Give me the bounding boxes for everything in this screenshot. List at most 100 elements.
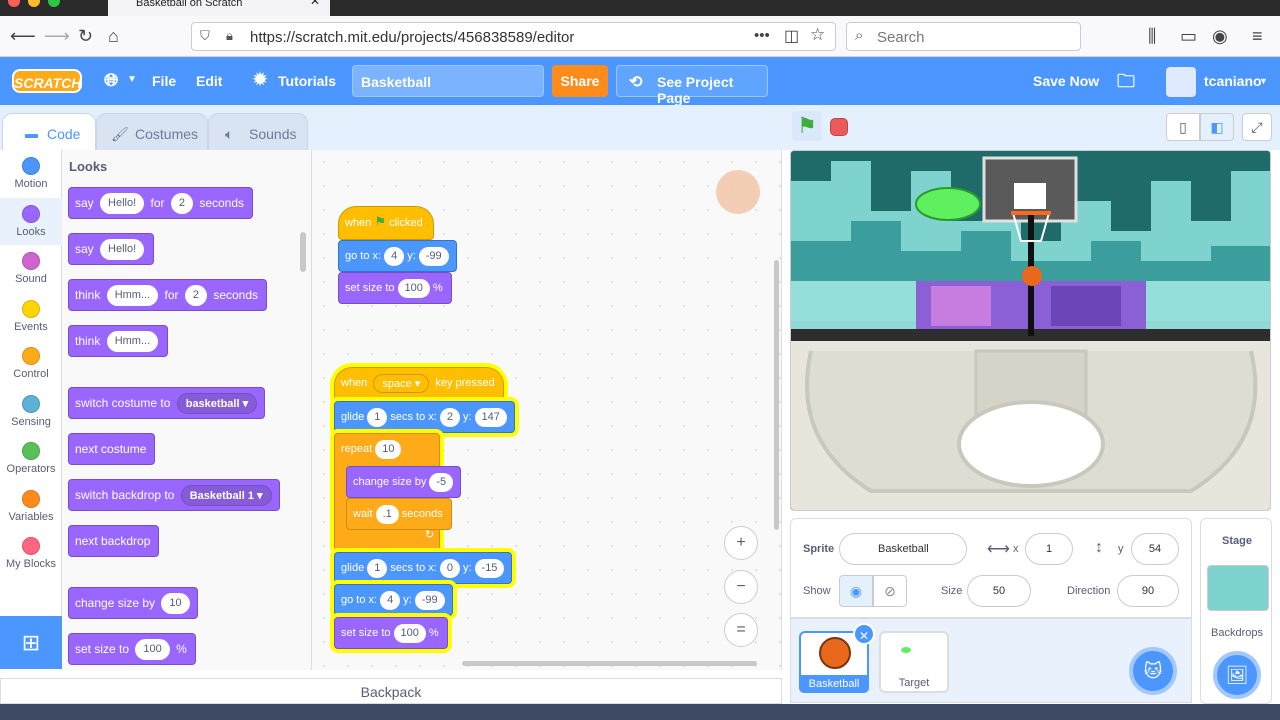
zoom-reset-button[interactable]: = xyxy=(724,613,758,647)
x-input[interactable]: 4 xyxy=(384,246,405,266)
file-menu[interactable]: File xyxy=(152,73,176,89)
say-for-block[interactable]: say Hello! for 2 seconds xyxy=(68,187,254,219)
y-input[interactable]: -15 xyxy=(474,558,505,578)
see-project-page-button[interactable]: ⟲ See Project Page xyxy=(616,65,768,106)
browser-search-field[interactable]: ⌕ Search xyxy=(846,22,1081,51)
username[interactable]: tcaniano xyxy=(1204,73,1262,89)
zoom-in-button[interactable]: + xyxy=(724,526,758,560)
next-backdrop-block[interactable]: next backdrop xyxy=(68,525,160,557)
repeat-count-input[interactable]: 10 xyxy=(375,439,402,459)
block-input[interactable]: Hmm... xyxy=(106,285,159,307)
bookmark-star-icon[interactable]: ☆ xyxy=(810,25,825,45)
category-looks[interactable]: Looks xyxy=(0,197,62,245)
reload-icon[interactable]: ↻ xyxy=(78,26,93,46)
small-stage-icon[interactable]: ▯ xyxy=(1166,113,1200,141)
key-dropdown[interactable]: space ▾ xyxy=(373,373,430,393)
glide-to-xy-block[interactable]: glide 1 secs to x: 0 y: -15 xyxy=(334,552,513,584)
costume-dropdown[interactable]: basketball ▾ xyxy=(176,393,258,415)
home-icon[interactable]: ⌂ xyxy=(108,26,119,46)
sprite-name-field[interactable]: Basketball xyxy=(839,533,967,565)
more-icon[interactable]: ••• xyxy=(754,27,770,44)
minimize-window-icon[interactable] xyxy=(28,0,40,7)
y-input[interactable]: 147 xyxy=(474,407,507,427)
backdrop-dropdown[interactable]: Basketball 1 ▾ xyxy=(180,485,272,507)
stage-canvas[interactable] xyxy=(790,150,1271,511)
project-title-input[interactable]: Basketball xyxy=(352,65,544,97)
category-events[interactable]: Events xyxy=(0,293,62,340)
x-field[interactable]: 1 xyxy=(1025,533,1073,565)
stage-thumbnail[interactable] xyxy=(1207,565,1269,611)
y-input[interactable]: -99 xyxy=(418,246,449,266)
x-input[interactable]: 0 xyxy=(439,558,460,578)
size-change-input[interactable]: -5 xyxy=(429,472,454,492)
secs-input[interactable]: 1 xyxy=(367,558,388,578)
y-field[interactable]: 54 xyxy=(1131,533,1179,565)
block-input[interactable]: Hmm... xyxy=(106,331,159,353)
backpack[interactable]: Backpack xyxy=(0,678,782,704)
browser-tab[interactable]: Basketball on Scratch ✕ xyxy=(108,0,330,16)
think-block[interactable]: think Hmm... xyxy=(68,325,169,357)
tab-code[interactable]: ▬ Code xyxy=(2,113,96,155)
category-sound[interactable]: Sound xyxy=(0,245,62,292)
globe-icon[interactable]: 🌐︎ xyxy=(104,70,118,91)
size-input[interactable]: 100 xyxy=(397,278,430,298)
choose-sprite-button[interactable]: 🐱︎ xyxy=(1129,647,1177,695)
hamburger-menu-icon[interactable]: ≡ xyxy=(1252,26,1263,46)
zoom-out-button[interactable]: − xyxy=(724,570,758,604)
share-button[interactable]: Share xyxy=(552,65,608,97)
delete-sprite-icon[interactable]: ✕ xyxy=(853,623,875,645)
sprite-tile-target[interactable]: Target xyxy=(879,631,949,693)
script-area[interactable]: when ⚑ clicked go to x: 4 y: -99 set size t… xyxy=(312,150,782,670)
say-block[interactable]: say Hello! xyxy=(68,233,155,265)
avatar[interactable] xyxy=(1166,67,1196,97)
scratch-logo[interactable]: SCRATCH xyxy=(12,69,82,93)
think-for-block[interactable]: think Hmm... for 2 seconds xyxy=(68,279,268,311)
category-variables[interactable]: Variables xyxy=(0,483,62,530)
category-control[interactable]: Control xyxy=(0,340,62,387)
set-size-block[interactable]: set size to 100% xyxy=(338,272,452,304)
block-input[interactable]: Hello! xyxy=(100,193,145,215)
set-size-block[interactable]: set size to 100% xyxy=(334,617,448,649)
pocket-icon[interactable]: ◫ xyxy=(784,26,799,46)
horizontal-scrollbar[interactable] xyxy=(462,661,757,666)
wait-block[interactable]: wait .1 seconds xyxy=(346,498,452,530)
choose-backdrop-button[interactable]: 🖼︎ xyxy=(1213,651,1261,699)
tab-sounds[interactable]: 🔈︎ Sounds xyxy=(208,113,308,151)
tab-costumes[interactable]: 🖌︎ Costumes xyxy=(96,113,208,151)
large-stage-icon[interactable]: ◧ xyxy=(1200,113,1234,141)
vertical-scrollbar[interactable] xyxy=(774,260,779,530)
x-input[interactable]: 4 xyxy=(380,590,401,610)
size-input[interactable]: 100 xyxy=(393,623,426,643)
category-motion[interactable]: Motion xyxy=(0,150,62,197)
next-costume-block[interactable]: next costume xyxy=(68,433,156,465)
back-icon[interactable]: ⟵ xyxy=(10,26,36,46)
chevron-down-icon[interactable]: ▼ xyxy=(1259,76,1268,86)
block-input[interactable]: 100 xyxy=(135,639,170,661)
lock-icon[interactable]: 🔒︎ xyxy=(226,28,233,44)
shield-icon[interactable]: ⛉ xyxy=(200,28,210,44)
library-icon[interactable]: ⫼ xyxy=(1148,26,1156,46)
stop-icon[interactable] xyxy=(830,118,848,136)
switch-backdrop-block[interactable]: switch backdrop to Basketball 1 ▾ xyxy=(68,479,280,511)
hide-eye-icon[interactable]: ⊘ xyxy=(873,575,907,607)
when-flag-clicked-block[interactable]: when ⚑ clicked xyxy=(338,206,434,240)
show-eye-icon[interactable]: ◉ xyxy=(839,575,873,607)
go-to-xy-block[interactable]: go to x: 4 y: -99 xyxy=(334,584,453,616)
direction-field[interactable]: 90 xyxy=(1117,575,1179,607)
block-input[interactable]: 10 xyxy=(161,593,190,615)
block-input[interactable]: 2 xyxy=(184,285,207,307)
sidebar-icon[interactable]: ▭ xyxy=(1180,26,1197,46)
category-my-blocks[interactable]: My Blocks xyxy=(0,530,62,577)
wait-input[interactable]: .1 xyxy=(375,504,399,524)
maximize-window-icon[interactable] xyxy=(48,0,60,7)
glide-to-xy-block[interactable]: glide 1 secs to x: 2 y: 147 xyxy=(334,401,515,433)
secs-input[interactable]: 1 xyxy=(367,407,388,427)
change-size-block[interactable]: change size by 10 xyxy=(68,587,198,619)
green-flag-icon[interactable]: ⚑ xyxy=(792,111,822,141)
set-size-block[interactable]: set size to 100 % xyxy=(68,633,196,665)
tab-close-icon[interactable]: ✕ xyxy=(310,0,320,7)
switch-costume-block[interactable]: switch costume to basketball ▾ xyxy=(68,387,266,419)
when-key-pressed-block[interactable]: when space ▾ key pressed xyxy=(334,367,504,401)
url-bar[interactable]: ⛉ 🔒︎ https://scratch.mit.edu/projects/45… xyxy=(191,22,836,51)
category-operators[interactable]: Operators xyxy=(0,435,62,482)
